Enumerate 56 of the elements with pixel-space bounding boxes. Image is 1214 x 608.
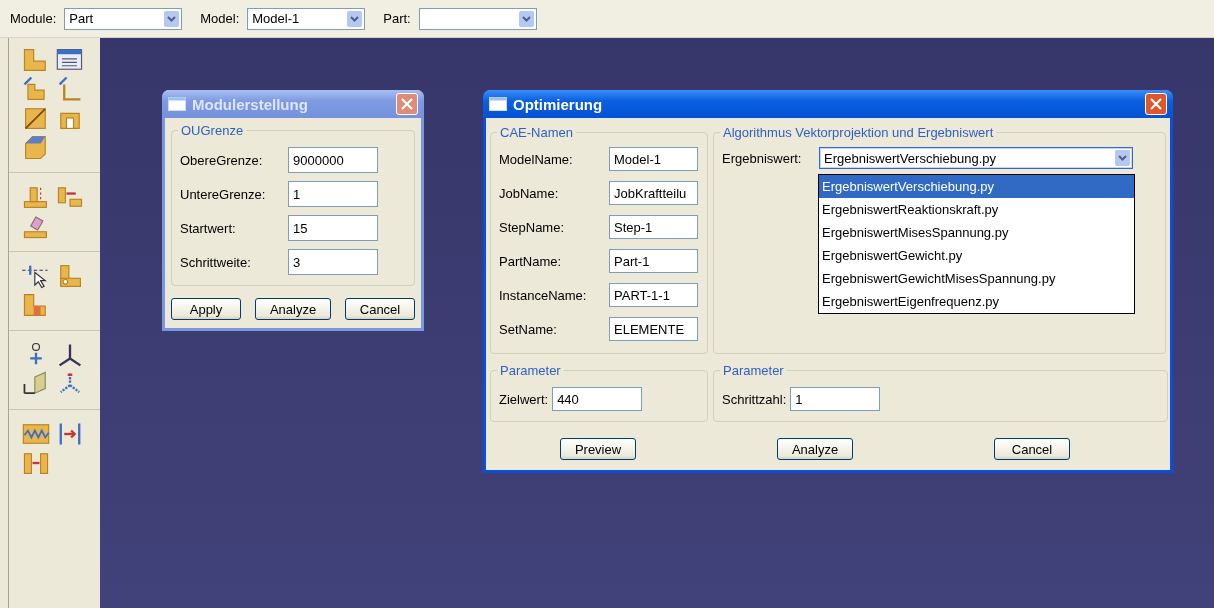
field-label: ObereGrenze: <box>180 152 264 168</box>
input-field[interactable]: JobKraftteilu <box>609 181 698 205</box>
window-icon <box>168 97 186 111</box>
input-field[interactable]: PART-1-1 <box>609 283 698 307</box>
close-button[interactable] <box>396 93 418 115</box>
close-icon <box>1150 98 1162 110</box>
field-label: Startwert: <box>180 220 237 236</box>
dialog-button[interactable]: Preview <box>560 438 636 460</box>
input-field[interactable]: 15 <box>288 215 378 241</box>
field-label: UntereGrenze: <box>180 186 267 202</box>
close-button[interactable] <box>1145 93 1167 115</box>
dialog-button[interactable]: Cancel <box>994 438 1070 460</box>
chevron-icon <box>347 10 363 27</box>
chevron-icon <box>518 10 534 27</box>
dropdown-option[interactable]: ErgebniswertVerschiebung.py <box>819 175 1134 198</box>
field-label: ModelName: <box>499 151 574 167</box>
dialog-button[interactable]: Analyze <box>777 438 853 460</box>
field-label: PartName: <box>499 253 563 269</box>
dropdown-label: Model: <box>200 11 240 26</box>
dropdown-field[interactable] <box>418 7 537 30</box>
dropdown-field[interactable]: ErgebniswertVerschiebung.py <box>819 147 1133 169</box>
input-field[interactable]: Model-1 <box>609 147 698 171</box>
field-label: Zielwert: <box>499 391 549 407</box>
chevron-icon <box>1115 150 1130 166</box>
input-field[interactable]: 1 <box>288 181 378 207</box>
input-field[interactable]: Step-1 <box>609 215 698 239</box>
window-title: Modulerstellung <box>192 95 309 113</box>
dropdown-field[interactable]: Model-1 <box>247 7 366 30</box>
input-field[interactable]: 3 <box>288 249 378 275</box>
chevron-icon <box>164 10 180 27</box>
field-label: StepName: <box>499 219 566 235</box>
field-label: JobName: <box>499 185 560 201</box>
field-label: Schrittweite: <box>180 254 252 270</box>
input-field[interactable]: 440 <box>552 387 643 411</box>
input-field[interactable]: 1 <box>790 387 881 411</box>
group-title: Algorithmus Vektorprojektion und Ergebniswert <box>720 125 997 140</box>
group-title: Parameter <box>497 363 564 378</box>
group-title: CAE-Namen <box>497 125 576 140</box>
field-label: Schrittzahl: <box>722 391 787 407</box>
dropdown-label: Module: <box>10 11 57 26</box>
field-label: InstanceName: <box>499 287 588 303</box>
dialog-button[interactable]: Apply <box>171 298 241 320</box>
dropdown-field[interactable]: Part <box>64 7 183 30</box>
dialog-button[interactable]: Cancel <box>345 298 415 320</box>
input-field[interactable]: Part-1 <box>609 249 698 273</box>
close-icon <box>401 98 413 110</box>
field-label: Ergebniswert: <box>722 150 803 166</box>
field-label: SetName: <box>499 321 558 337</box>
group-title: Parameter <box>720 363 787 378</box>
dropdown-label: Part: <box>383 11 411 26</box>
group-title: OUGrenze <box>178 123 247 138</box>
input-field[interactable]: ELEMENTE <box>609 317 698 341</box>
window-icon <box>489 97 507 111</box>
input-field[interactable]: 9000000 <box>288 147 378 173</box>
window-title: Optimierung <box>513 95 604 113</box>
dialog-button[interactable]: Analyze <box>255 298 331 320</box>
